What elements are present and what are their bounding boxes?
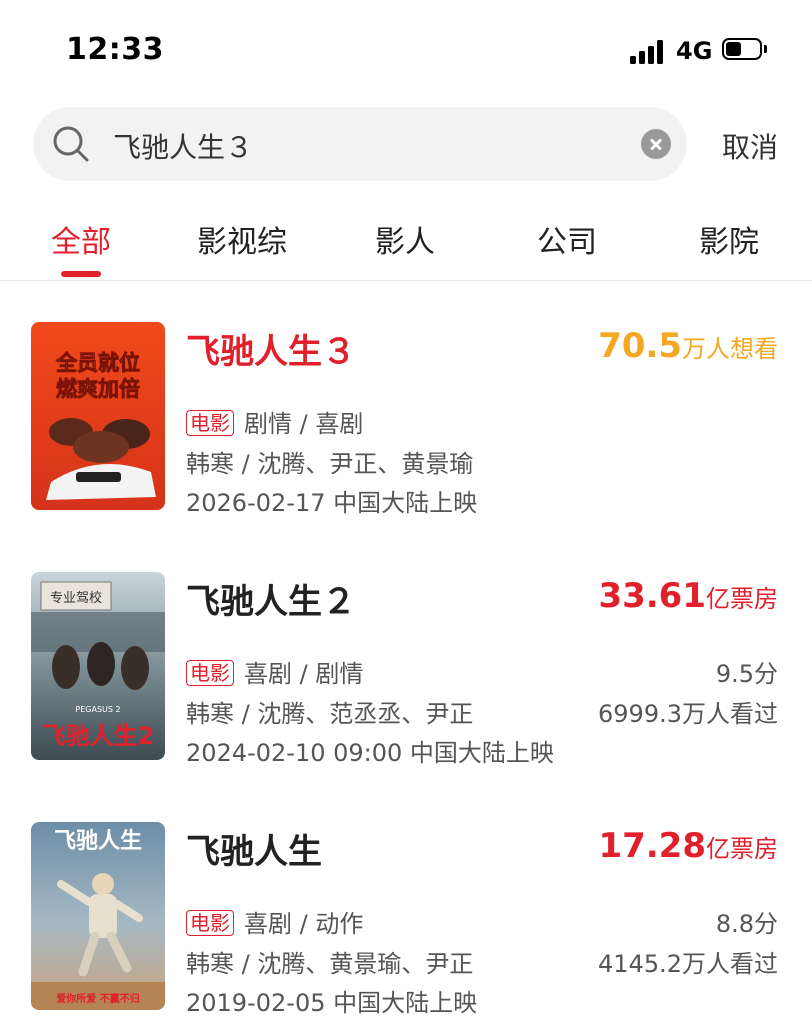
type-badge: 电影 xyxy=(186,910,234,936)
poster-slogan: 爱你所爱 不赢不归 xyxy=(56,992,139,1005)
movie-item[interactable]: 专业驾校 PEGASUS 2 飞驰人生2 飞驰人生２ 33.61亿票房 电影 喜剧… xyxy=(0,572,812,772)
movie-title[interactable]: 飞驰人生３ xyxy=(186,324,356,373)
movie-cast: 韩寒 / 沈腾、范丞丞、尹正 xyxy=(186,700,474,728)
active-tab-indicator xyxy=(61,271,101,277)
search-input[interactable]: 飞驰人生３ xyxy=(113,126,253,166)
movie-genre-line: 电影 喜剧 / 动作 xyxy=(186,904,363,939)
movie-release: 2024-02-10 09:00 中国大陆上映 xyxy=(186,739,554,767)
box-office: 17.28亿票房 xyxy=(598,826,778,866)
category-tabs: 全部 影视综 影人 公司 影院 xyxy=(0,205,812,281)
movie-genre-line: 电影 喜剧 / 剧情 xyxy=(186,654,363,689)
movie-cast: 韩寒 / 沈腾、尹正、黄景瑜 xyxy=(186,450,474,478)
movie-genre-line: 电影 剧情 / 喜剧 xyxy=(186,404,363,439)
movie-rating: 8.8分 xyxy=(715,910,778,938)
movie-cast: 韩寒 / 沈腾、黄景瑜、尹正 xyxy=(186,950,474,978)
tab-all[interactable]: 全部 xyxy=(51,217,111,261)
tab-people[interactable]: 影人 xyxy=(375,217,435,261)
battery-icon xyxy=(722,38,768,62)
watched-count: 4145.2万人看过 xyxy=(598,950,778,978)
poster-headline-2: 燃爽加倍 xyxy=(56,377,140,401)
search-bar[interactable]: 飞驰人生３ xyxy=(33,107,687,181)
search-icon xyxy=(53,126,89,162)
movie-title[interactable]: 飞驰人生２ xyxy=(186,574,356,623)
status-bar: 12:33 4G xyxy=(0,0,812,100)
movie-title[interactable]: 飞驰人生 xyxy=(186,824,322,873)
tab-cinemas[interactable]: 影院 xyxy=(699,217,759,261)
poster-subtitle: PEGASUS 2 xyxy=(75,705,120,714)
poster-sign: 专业驾校 xyxy=(50,590,102,606)
clear-icon[interactable] xyxy=(641,129,671,159)
status-time: 12:33 xyxy=(66,32,164,67)
want-to-see-count: 70.5万人想看 xyxy=(598,326,778,366)
type-badge: 电影 xyxy=(186,410,234,436)
box-office: 33.61亿票房 xyxy=(598,576,778,616)
watched-count: 6999.3万人看过 xyxy=(598,700,778,728)
tab-film-tv-variety[interactable]: 影视综 xyxy=(197,217,287,261)
movie-release: 2026-02-17 中国大陆上映 xyxy=(186,489,478,517)
type-badge: 电影 xyxy=(186,660,234,686)
poster-headline-1: 全员就位 xyxy=(55,351,140,375)
movie-release: 2019-02-05 中国大陆上映 xyxy=(186,989,478,1017)
movie-poster[interactable]: 飞驰人生 爱你所爱 不赢不归 xyxy=(31,822,165,1010)
movie-genres: 喜剧 / 动作 xyxy=(244,910,364,938)
movie-rating: 9.5分 xyxy=(715,660,778,688)
tab-companies[interactable]: 公司 xyxy=(537,217,597,261)
cancel-button[interactable]: 取消 xyxy=(722,126,778,166)
movie-genres: 喜剧 / 剧情 xyxy=(244,660,364,688)
movie-genres: 剧情 / 喜剧 xyxy=(244,410,364,438)
poster-title: 飞驰人生2 xyxy=(42,722,155,750)
network-type: 4G xyxy=(676,37,713,65)
movie-item[interactable]: 全员就位 燃爽加倍 飞驰人生３ 70.5万人想看 电影 剧情 / 喜剧 韩寒 / … xyxy=(0,322,812,522)
movie-item[interactable]: 飞驰人生 爱你所爱 不赢不归 飞驰人生 17.28亿票房 电影 喜剧 / 动作 8… xyxy=(0,822,812,1022)
signal-icon xyxy=(630,40,664,64)
movie-poster[interactable]: 全员就位 燃爽加倍 xyxy=(31,322,165,510)
movie-poster[interactable]: 专业驾校 PEGASUS 2 飞驰人生2 xyxy=(31,572,165,760)
poster-title: 飞驰人生 xyxy=(54,829,142,854)
